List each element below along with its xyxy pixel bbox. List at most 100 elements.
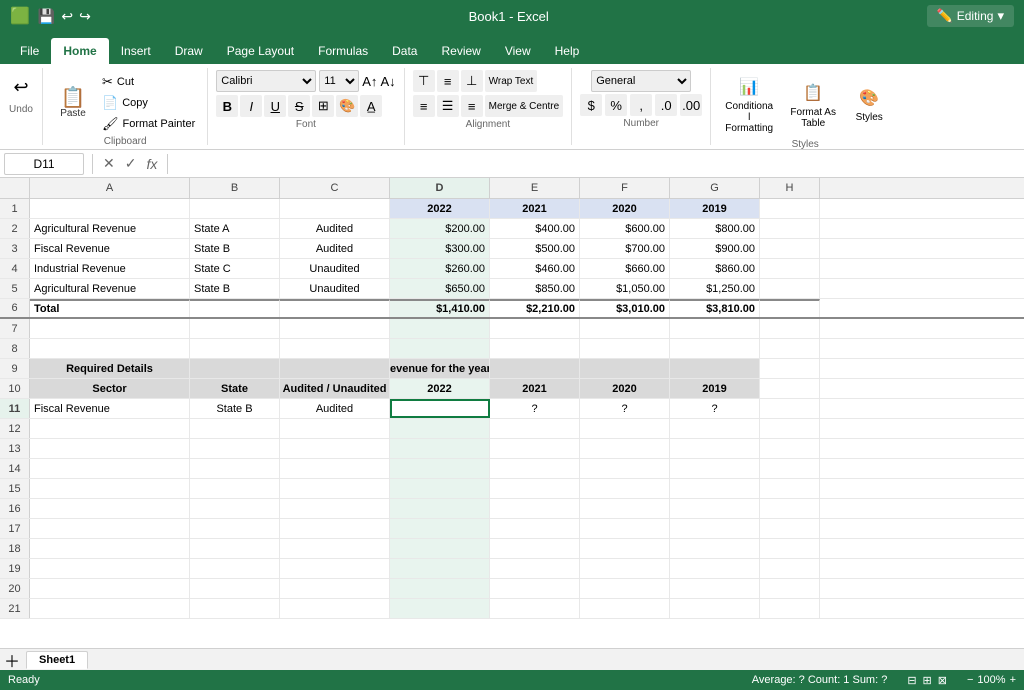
cell-a12[interactable] xyxy=(30,419,190,438)
cell-b12[interactable] xyxy=(190,419,280,438)
cell-c7[interactable] xyxy=(280,319,390,338)
cell-c4[interactable]: Unaudited xyxy=(280,259,390,278)
cell-d7[interactable] xyxy=(390,319,490,338)
cell-d4[interactable]: $260.00 xyxy=(390,259,490,278)
align-right-button[interactable]: ≡ xyxy=(461,95,483,117)
cell-d1[interactable]: 2022 xyxy=(390,199,490,218)
cell-a1[interactable] xyxy=(30,199,190,218)
row-header-6[interactable]: 6 xyxy=(0,299,30,317)
cell-a7[interactable] xyxy=(30,319,190,338)
thousands-button[interactable]: % xyxy=(605,94,627,116)
zoom-out-button[interactable]: − xyxy=(967,674,973,686)
number-format-select[interactable]: General Number Currency xyxy=(591,70,691,92)
decrease-decimal-button[interactable]: .00 xyxy=(680,94,702,116)
align-middle-button[interactable]: ≡ xyxy=(437,70,459,92)
cell-b1[interactable] xyxy=(190,199,280,218)
bold-button[interactable]: B xyxy=(216,95,238,117)
cell-e10[interactable]: 2021 xyxy=(490,379,580,398)
cell-c3[interactable]: Audited xyxy=(280,239,390,258)
cell-d3[interactable]: $300.00 xyxy=(390,239,490,258)
cell-e7[interactable] xyxy=(490,319,580,338)
cell-b10[interactable]: State xyxy=(190,379,280,398)
tab-home[interactable]: Home xyxy=(51,38,108,64)
cell-a5[interactable]: Agricultural Revenue xyxy=(30,279,190,298)
row-header-4[interactable]: 4 xyxy=(0,259,30,278)
strikethrough-button[interactable]: S xyxy=(288,95,310,117)
col-header-f[interactable]: F xyxy=(580,178,670,198)
font-name-select[interactable]: Calibri xyxy=(216,70,316,92)
row-header-21[interactable]: 21 xyxy=(0,599,30,618)
align-center-button[interactable]: ☰ xyxy=(437,95,459,117)
cell-d8[interactable] xyxy=(390,339,490,358)
cell-a8[interactable] xyxy=(30,339,190,358)
cell-f8[interactable] xyxy=(580,339,670,358)
borders-button[interactable]: ⊞ xyxy=(312,95,334,117)
wrap-text-button[interactable]: Wrap Text xyxy=(485,70,538,92)
cell-f1[interactable]: 2020 xyxy=(580,199,670,218)
cell-h11[interactable] xyxy=(760,399,820,418)
paste-button[interactable]: 📋 Paste xyxy=(51,85,95,122)
row-header-1[interactable]: 1 xyxy=(0,199,30,218)
cell-h2[interactable] xyxy=(760,219,820,238)
cell-h4[interactable] xyxy=(760,259,820,278)
tab-file[interactable]: File xyxy=(8,38,51,64)
percent-button[interactable]: $ xyxy=(580,94,602,116)
cell-e3[interactable]: $500.00 xyxy=(490,239,580,258)
cell-styles-button[interactable]: 🎨 Styles xyxy=(847,81,891,126)
cell-d11[interactable] xyxy=(390,399,490,418)
cell-h8[interactable] xyxy=(760,339,820,358)
cell-g12[interactable] xyxy=(670,419,760,438)
cell-g5[interactable]: $1,250.00 xyxy=(670,279,760,298)
cell-c2[interactable]: Audited xyxy=(280,219,390,238)
cell-b3[interactable]: State B xyxy=(190,239,280,258)
decrease-font-button[interactable]: A↓ xyxy=(380,74,395,89)
page-layout-view-button[interactable]: ⊞ xyxy=(923,674,932,687)
row-header-16[interactable]: 16 xyxy=(0,499,30,518)
cell-g6[interactable]: $3,810.00 xyxy=(670,299,760,317)
cell-g4[interactable]: $860.00 xyxy=(670,259,760,278)
cell-g3[interactable]: $900.00 xyxy=(670,239,760,258)
cell-e4[interactable]: $460.00 xyxy=(490,259,580,278)
cell-b2[interactable]: State A xyxy=(190,219,280,238)
row-header-9[interactable]: 9 xyxy=(0,359,30,378)
cell-h1[interactable] xyxy=(760,199,820,218)
undo-icon-title[interactable]: ↩ xyxy=(61,8,73,25)
cell-e6[interactable]: $2,210.00 xyxy=(490,299,580,317)
cell-g9[interactable] xyxy=(670,359,760,378)
row-header-14[interactable]: 14 xyxy=(0,459,30,478)
col-header-b[interactable]: B xyxy=(190,178,280,198)
cell-h9[interactable] xyxy=(760,359,820,378)
cell-h6[interactable] xyxy=(760,299,820,317)
increase-decimal-button[interactable]: .0 xyxy=(655,94,677,116)
cell-f6[interactable]: $3,010.00 xyxy=(580,299,670,317)
cell-e11[interactable]: ? xyxy=(490,399,580,418)
cell-e2[interactable]: $400.00 xyxy=(490,219,580,238)
cell-d2[interactable]: $200.00 xyxy=(390,219,490,238)
cell-a9[interactable]: Required Details xyxy=(30,359,190,378)
row-header-3[interactable]: 3 xyxy=(0,239,30,258)
cell-f5[interactable]: $1,050.00 xyxy=(580,279,670,298)
cell-d10[interactable]: 2022 xyxy=(390,379,490,398)
cell-c8[interactable] xyxy=(280,339,390,358)
cell-f12[interactable] xyxy=(580,419,670,438)
sheet-tab-sheet1[interactable]: Sheet1 xyxy=(26,651,88,669)
font-color-button[interactable]: A̲ xyxy=(360,95,382,117)
cell-c1[interactable] xyxy=(280,199,390,218)
format-painter-button[interactable]: 🖌 Format Painter xyxy=(98,114,199,134)
tab-formulas[interactable]: Formulas xyxy=(306,38,380,64)
cell-g1[interactable]: 2019 xyxy=(670,199,760,218)
cell-e8[interactable] xyxy=(490,339,580,358)
tab-view[interactable]: View xyxy=(493,38,543,64)
normal-view-button[interactable]: ⊟ xyxy=(907,674,916,687)
col-header-h[interactable]: H xyxy=(760,178,820,198)
row-header-15[interactable]: 15 xyxy=(0,479,30,498)
cell-e5[interactable]: $850.00 xyxy=(490,279,580,298)
cut-button[interactable]: ✂ Cut xyxy=(98,72,199,92)
cell-h5[interactable] xyxy=(760,279,820,298)
cell-e1[interactable]: 2021 xyxy=(490,199,580,218)
row-header-8[interactable]: 8 xyxy=(0,339,30,358)
cell-b11[interactable]: State B xyxy=(190,399,280,418)
undo-button[interactable]: ↩ xyxy=(6,72,36,102)
cell-h3[interactable] xyxy=(760,239,820,258)
cell-e9[interactable] xyxy=(490,359,580,378)
